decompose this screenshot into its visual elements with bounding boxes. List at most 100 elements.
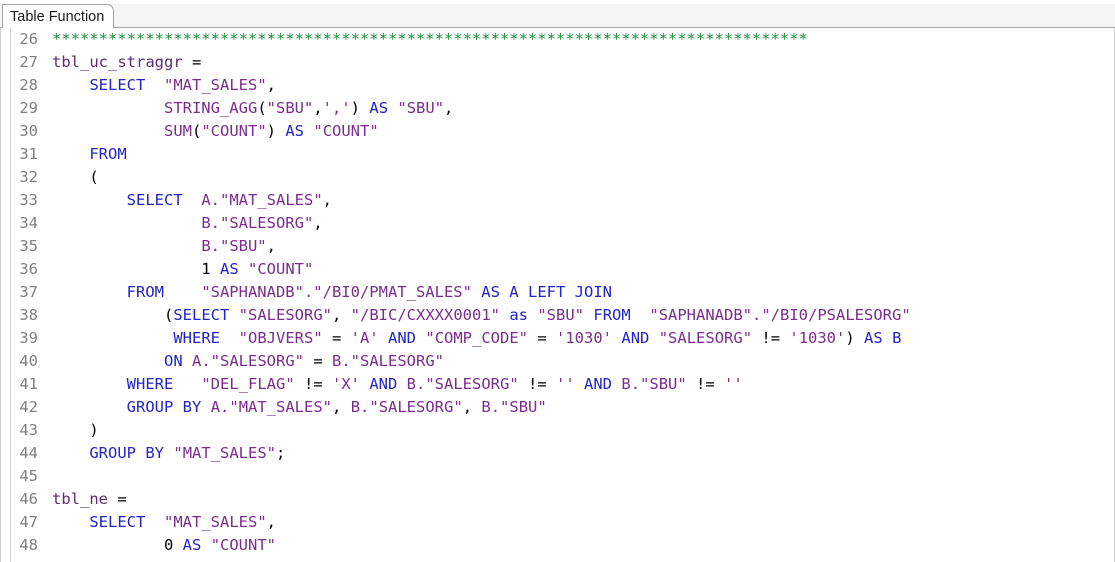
code-line[interactable]: 29 STRING_AGG("SBU",',') AS "SBU", [1,97,1114,120]
code-line[interactable]: 33 SELECT A."MAT_SALES", [1,189,1114,212]
code-token-kw: FROM [89,145,127,163]
code-token-plain: , [332,306,351,324]
code-line[interactable]: 27 tbl_uc_straggr = [1,51,1114,74]
code-line[interactable]: 26 **************************************… [1,28,1114,51]
code-line[interactable]: 41 WHERE "DEL_FLAG" != 'X' AND B."SALESO… [1,373,1114,396]
code-token-kw: GROUP [89,444,136,462]
code-token-str: "MAT_SALES" [164,513,267,531]
code-line-text: 0 AS "COUNT" [52,534,276,557]
code-token-plain: ) [845,329,855,347]
line-number: 46 [1,488,45,511]
code-token-str: "SALESORG" [425,375,519,393]
code-line-text: SELECT A."MAT_SALES", [52,189,332,212]
code-line-text: SELECT "MAT_SALES", [52,511,276,534]
code-token-str: A. [201,191,220,209]
code-line-text: WHERE "OBJVERS" = 'A' AND "COMP_CODE" = … [52,327,901,350]
code-token-kw: WHERE [173,329,220,347]
code-line[interactable]: 48 0 AS "COUNT" [1,534,1114,557]
code-line[interactable]: 35 B."SBU", [1,235,1114,258]
code-token-kw: AS [220,260,239,278]
code-token-str: "MAT_SALES" [173,444,277,462]
code-line-text: 1 AS "COUNT" [52,258,313,281]
code-token-str: "SBU" [397,99,445,117]
code-token-kw: as [509,306,528,324]
code-line-text: STRING_AGG("SBU",',') AS "SBU", [52,97,453,120]
line-number: 38 [1,304,45,327]
code-token-plain: ) [350,99,361,117]
code-token-kw: AND [621,329,650,347]
code-line[interactable]: 39 WHERE "OBJVERS" = 'A' AND "COMP_CODE"… [1,327,1114,350]
code-token-kw: AS [481,283,500,301]
line-number: 36 [1,258,45,281]
code-line-text: ON A."SALESORG" = B."SALESORG" [52,350,444,373]
code-line[interactable]: 45 [1,465,1114,488]
code-lines-container[interactable]: 26 **************************************… [1,28,1114,562]
code-line[interactable]: 34 B."SALESORG", [1,212,1114,235]
line-number: 32 [1,166,45,189]
code-token-kw: SELECT [89,76,146,94]
code-line[interactable]: 28 SELECT "MAT_SALES", [1,74,1114,97]
code-token-kw: JOIN [574,283,612,301]
code-line[interactable]: 37 FROM "SAPHANADB"."/BI0/PMAT_SALES" AS… [1,281,1114,304]
code-line[interactable]: 30 SUM("COUNT") AS "COUNT" [1,120,1114,143]
code-token-plain: , [322,191,332,209]
code-token-str: SUM [163,122,192,140]
code-token-kw: AS [864,329,883,347]
code-line[interactable]: 40 ON A."SALESORG" = B."SALESORG" [1,350,1114,373]
code-token-str: "DEL_FLAG" [201,375,295,393]
code-token-str: B. [350,398,370,416]
line-number: 43 [1,419,45,442]
code-token-plain: , [313,99,323,117]
code-token-str: "MAT_SALES" [164,76,267,94]
code-line-text: FROM [52,143,127,166]
code-token-str: B. [332,352,351,370]
code-line[interactable]: 42 GROUP BY A."MAT_SALES", B."SALESORG",… [1,396,1114,419]
code-line[interactable]: 43 ) [1,419,1114,442]
code-line[interactable]: 47 SELECT "MAT_SALES", [1,511,1114,534]
code-token-str: "SALESORG" [210,352,304,370]
code-token-num: 0 [163,536,174,554]
code-token-plain: , [462,398,482,416]
code-token-str: "SALESORG" [350,352,444,370]
code-line[interactable]: 38 (SELECT "SALESORG", "/BIC/CXXXX0001" … [1,304,1114,327]
code-token-plain: = [528,329,557,347]
code-token-str: "MAT_SALES" [220,191,323,209]
code-line[interactable]: 31 FROM [1,143,1114,166]
code-line[interactable]: 36 1 AS "COUNT" [1,258,1114,281]
line-number: 34 [1,212,45,235]
code-token-str: "SBU" [500,398,547,416]
code-token-str: '' [556,375,575,393]
code-token-str: B. [621,375,641,393]
code-token-str: B. [201,214,220,232]
tab-table-function[interactable]: Table Function [2,4,115,28]
code-line-text: (SELECT "SALESORG", "/BIC/CXXXX0001" as … [52,304,911,327]
code-token-plain: ; [276,444,286,462]
code-line[interactable]: 32 ( [1,166,1114,189]
code-token-kw: AS [285,122,305,140]
code-editor[interactable]: 26 **************************************… [0,28,1115,562]
code-line-text: GROUP BY "MAT_SALES"; [52,442,285,465]
code-line[interactable]: 46 tbl_ne = [1,488,1114,511]
code-line[interactable]: 44 GROUP BY "MAT_SALES"; [1,442,1114,465]
code-token-plain: , [266,76,276,94]
